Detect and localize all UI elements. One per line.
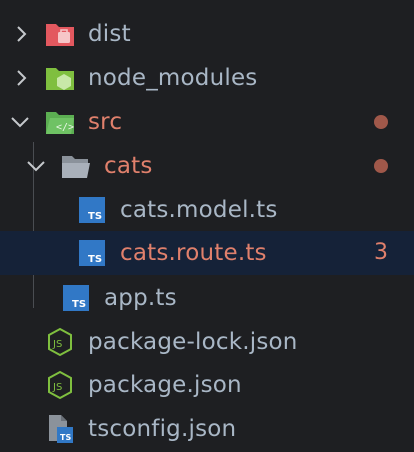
tree-item-label: cats.model.ts <box>120 197 278 223</box>
tree-item-label: dist <box>88 21 131 47</box>
tree-item-app-ts[interactable]: TS app.ts <box>0 276 414 320</box>
file-explorer-tree: dist node_modules </> src cats TS cats.m… <box>0 0 414 452</box>
tree-item-label: node_modules <box>88 65 258 91</box>
svg-text:TS: TS <box>88 254 102 265</box>
tree-item-cats-route-ts[interactable]: TS cats.route.ts 3 <box>0 231 414 275</box>
chevron-down-icon[interactable] <box>10 112 30 132</box>
folder-node-icon <box>44 62 76 94</box>
tree-item-package-lock-json[interactable]: JS package-lock.json <box>0 320 414 364</box>
chevron-down-icon[interactable] <box>26 156 46 176</box>
svg-text:TS: TS <box>88 211 102 222</box>
typescript-file-icon: TS <box>76 237 108 269</box>
svg-text:TS: TS <box>72 299 86 310</box>
typescript-file-icon: TS <box>76 194 108 226</box>
folder-open-icon <box>60 150 92 182</box>
tree-item-node-modules[interactable]: node_modules <box>0 56 414 100</box>
folder-dist-icon <box>44 18 76 50</box>
tree-item-label: package-lock.json <box>88 329 298 355</box>
tree-item-label: cats.route.ts <box>120 240 267 266</box>
svg-text:</>: </> <box>56 122 74 133</box>
typescript-file-icon: TS <box>60 282 92 314</box>
tsconfig-file-icon: TS <box>44 413 76 445</box>
tree-item-package-json[interactable]: JS package.json <box>0 363 414 407</box>
modified-dot <box>374 115 388 129</box>
tree-item-label: app.ts <box>104 285 177 311</box>
problem-count-badge: 3 <box>374 240 388 265</box>
chevron-right-icon[interactable] <box>12 24 32 44</box>
folder-src-icon: </> <box>44 106 76 138</box>
tree-item-cats[interactable]: cats <box>0 144 414 188</box>
tree-item-label: src <box>88 109 123 135</box>
tree-item-src[interactable]: </> src <box>0 100 414 144</box>
tree-item-label: package.json <box>88 372 242 398</box>
tree-item-tsconfig-json[interactable]: TS tsconfig.json <box>0 407 414 451</box>
tree-item-label: cats <box>104 153 153 179</box>
svg-text:TS: TS <box>60 433 71 442</box>
tree-item-cats-model-ts[interactable]: TS cats.model.ts <box>0 188 414 232</box>
nodejs-file-icon: JS <box>44 369 76 401</box>
svg-text:JS: JS <box>52 382 62 393</box>
nodejs-file-icon: JS <box>44 326 76 358</box>
modified-dot <box>374 159 388 173</box>
tree-item-dist[interactable]: dist <box>0 12 414 56</box>
svg-text:JS: JS <box>52 339 62 350</box>
tree-item-label: tsconfig.json <box>88 416 237 442</box>
chevron-right-icon[interactable] <box>12 68 32 88</box>
